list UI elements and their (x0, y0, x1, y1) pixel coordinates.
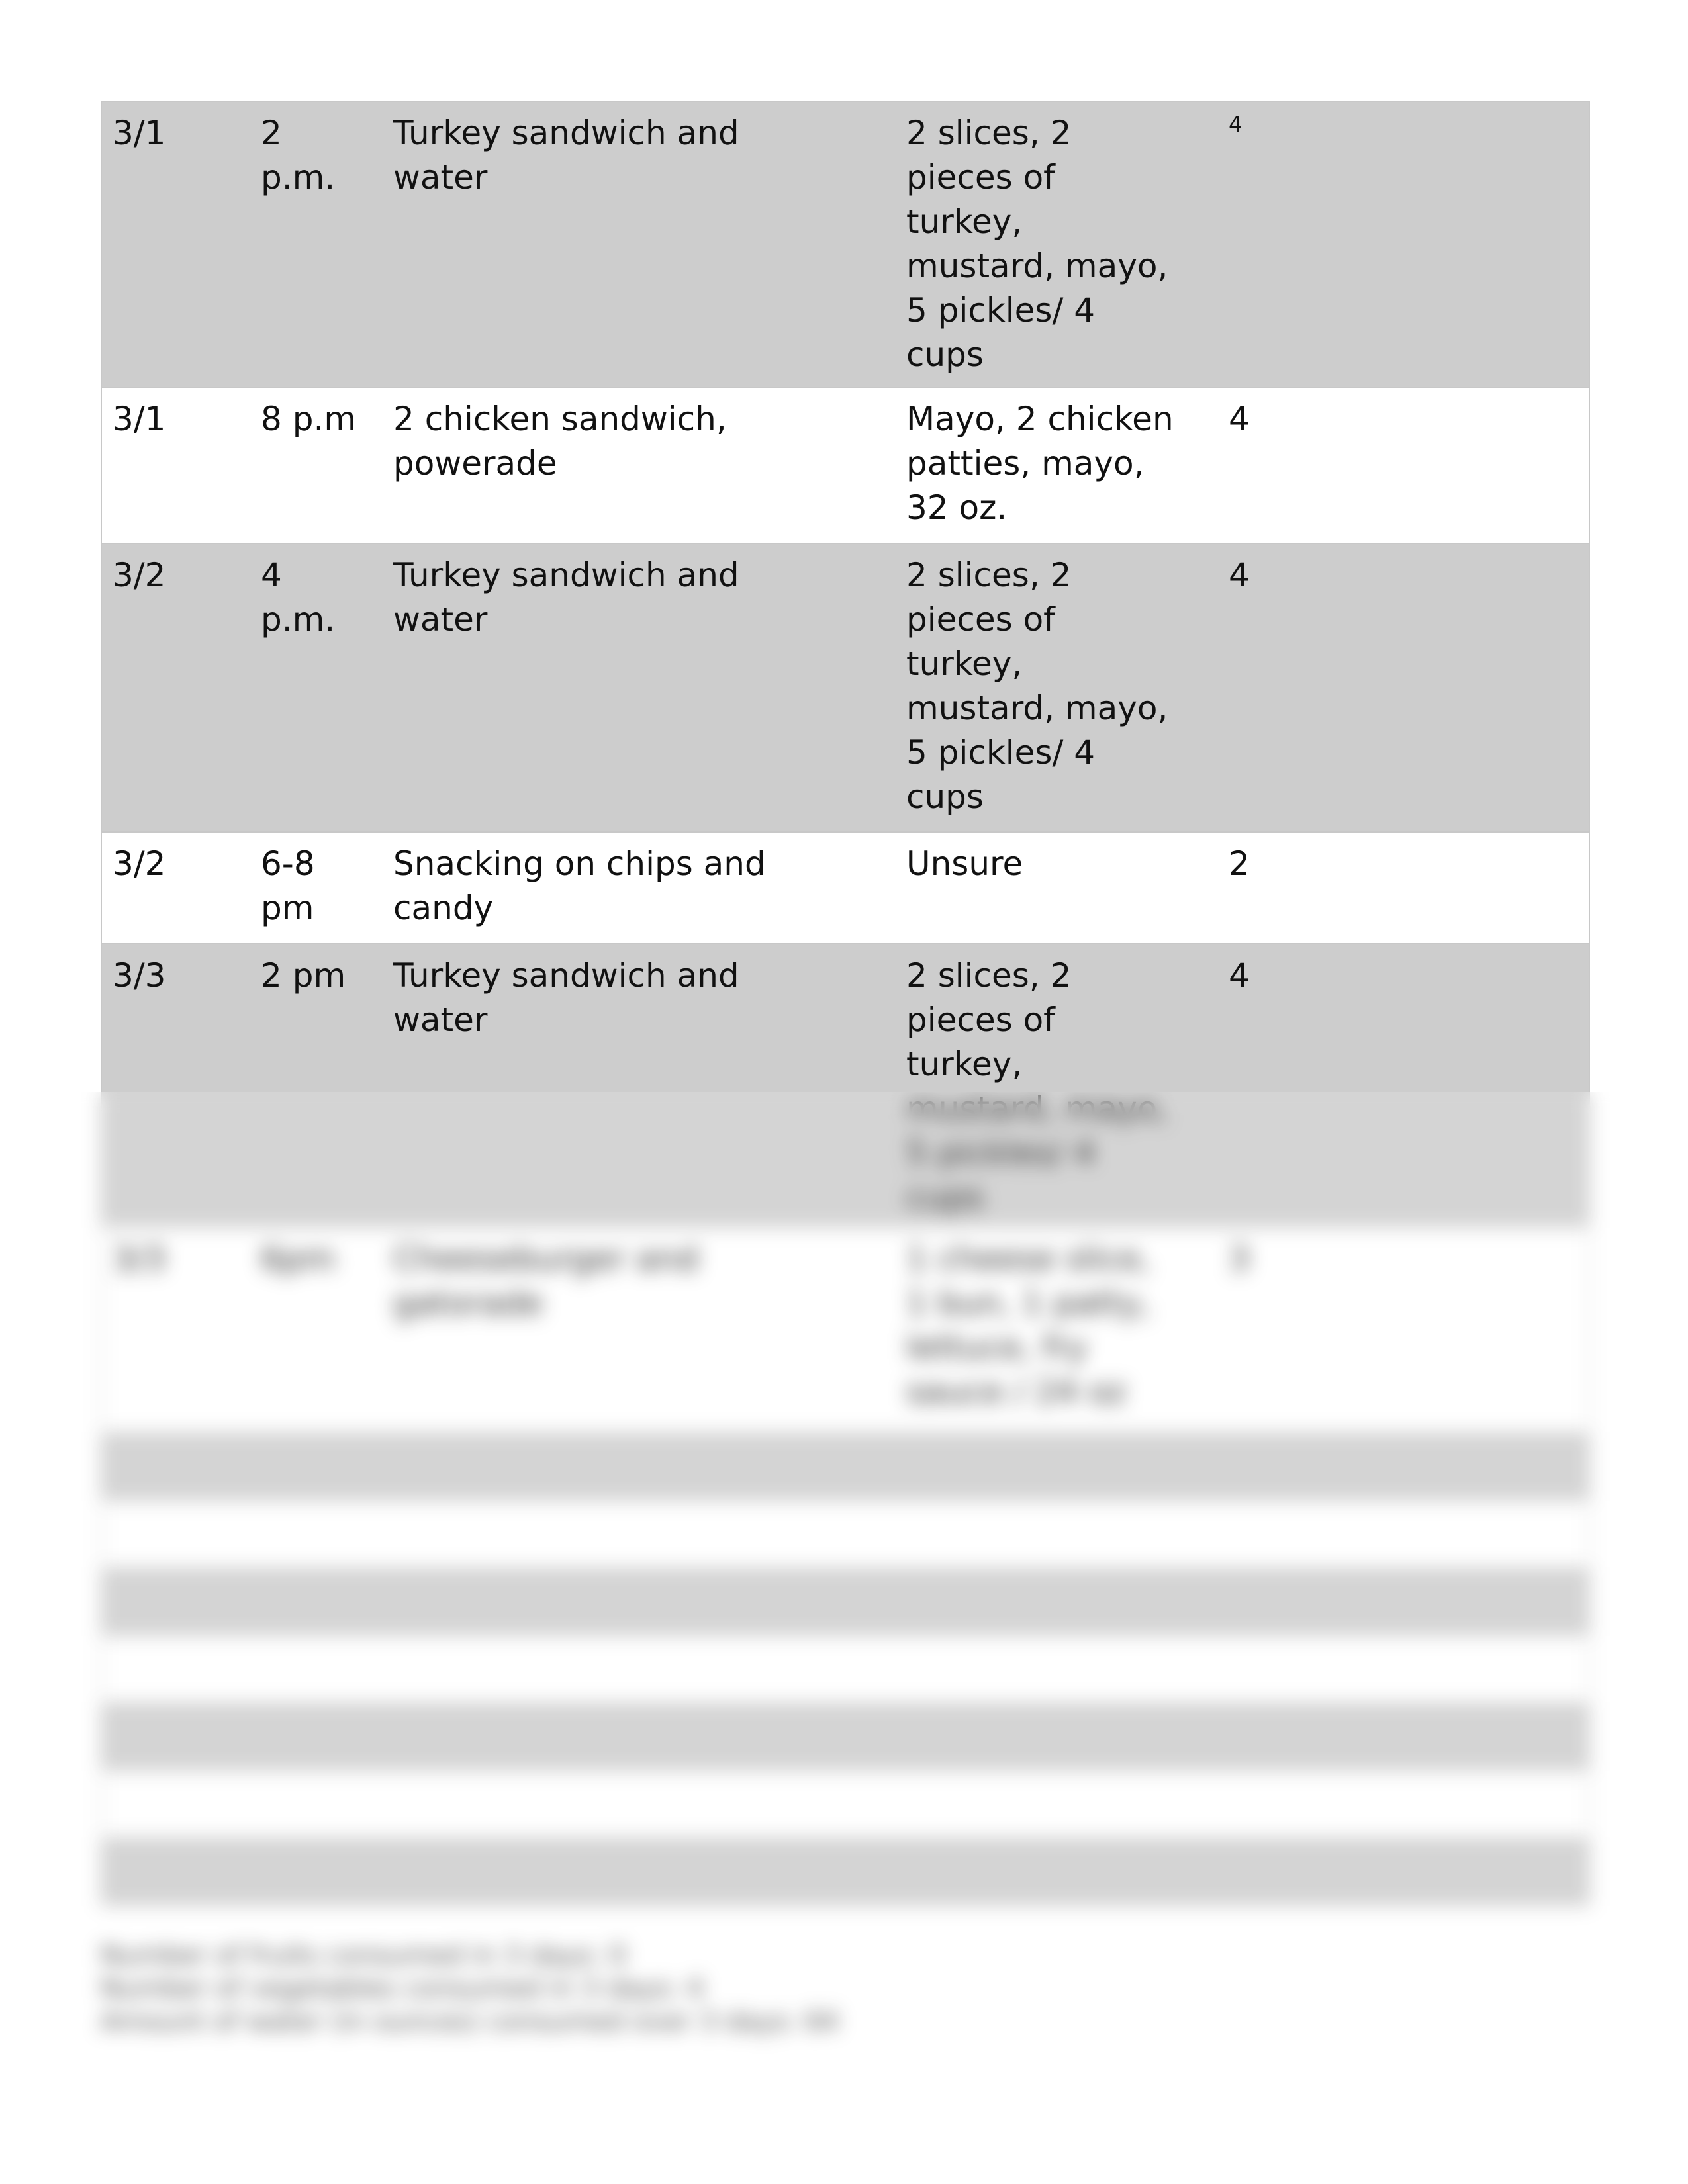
time-cell: 2 p.m. (261, 114, 336, 197)
table-row: 3/1 2 p.m. Turkey sandwich and water 2 s… (101, 101, 1590, 388)
portions-cell: 4 (1229, 956, 1250, 995)
food-cell: Snacking on chips and candy (393, 844, 766, 927)
date-cell: 3/2 (113, 844, 166, 883)
details-cell: 2 slices, 2 pieces of turkey, mustard, m… (906, 114, 1168, 374)
date-cell: 3/2 (113, 556, 166, 594)
time-cell: 2 pm (261, 956, 346, 995)
table-row: 3/2 6-8 pm Snacking on chips and candy U… (101, 833, 1590, 944)
details-cell: Unsure (906, 844, 1023, 883)
time-cell: 4 p.m. (261, 556, 336, 639)
details-cell: 2 slices, 2 pieces of turkey, mustard, m… (906, 556, 1168, 816)
date-cell: 3/1 (113, 400, 166, 438)
portions-cell: 4 (1229, 112, 1243, 137)
food-cell: 2 chicken sandwich, powerade (393, 400, 727, 482)
time-cell: 8 p.m (261, 400, 357, 438)
portions-cell: 4 (1229, 400, 1250, 438)
table-row: 3/1 8 p.m 2 chicken sandwich, powerade M… (101, 388, 1590, 544)
preview-blur-overlay (0, 1092, 1688, 2184)
food-cell: Turkey sandwich and water (393, 556, 739, 639)
food-cell: Turkey sandwich and water (393, 956, 739, 1039)
food-cell: Turkey sandwich and water (393, 114, 739, 197)
table-row: 3/2 4 p.m. Turkey sandwich and water 2 s… (101, 544, 1590, 833)
date-cell: 3/3 (113, 956, 166, 995)
time-cell: 6-8 pm (261, 844, 315, 927)
details-cell: Mayo, 2 chicken patties, mayo, 32 oz. (906, 400, 1174, 527)
portions-cell: 2 (1229, 844, 1250, 883)
date-cell: 3/1 (113, 114, 166, 152)
portions-cell: 4 (1229, 556, 1250, 594)
